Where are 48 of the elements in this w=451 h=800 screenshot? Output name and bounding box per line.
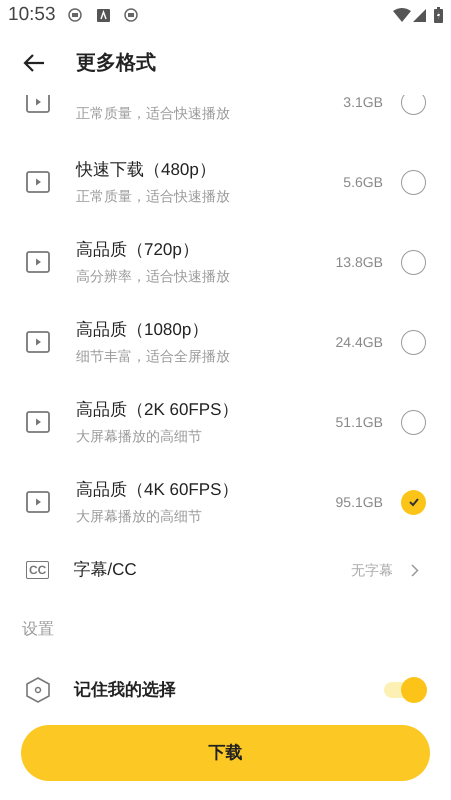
play-icon	[26, 251, 50, 273]
subtitles-row[interactable]: CC 字幕/CC 无字幕	[0, 542, 451, 598]
radio-button[interactable]	[401, 330, 426, 354]
remember-label: 记住我的选择	[74, 679, 177, 702]
hexagon-icon	[26, 677, 50, 703]
toggle-switch[interactable]	[383, 677, 427, 703]
file-size: 5.6GB	[343, 172, 383, 192]
format-title: 高品质（4K 60FPS）	[76, 479, 240, 502]
format-description: 大屏幕播放的高细节	[76, 426, 203, 446]
chevron-right-icon	[411, 564, 419, 576]
file-size: 24.4GB	[336, 332, 383, 352]
subtitles-value: 无字幕	[351, 560, 393, 580]
format-title: 高品质（1080p）	[76, 319, 210, 342]
play-icon	[26, 331, 50, 353]
format-description: 正常质量，适合快速播放	[76, 104, 231, 123]
play-icon	[26, 171, 50, 193]
file-size: 95.1GB	[336, 492, 383, 512]
format-description: 正常质量，适合快速播放	[76, 186, 231, 206]
battery-icon	[434, 7, 443, 23]
format-title: 高品质（720p）	[76, 239, 200, 262]
play-icon	[26, 491, 50, 513]
download-button[interactable]: 下载	[21, 725, 430, 781]
radio-button[interactable]	[401, 170, 426, 194]
notification-icon	[96, 8, 110, 22]
format-title: 快速下载（480p）	[76, 159, 217, 182]
subtitles-label: 字幕/CC	[73, 559, 138, 582]
radio-button[interactable]	[401, 490, 426, 514]
notification-icon	[124, 8, 138, 22]
file-size: 51.1GB	[336, 412, 383, 432]
signal-icon	[413, 8, 426, 22]
play-icon	[26, 95, 50, 113]
format-title: 高品质（2K 60FPS）	[76, 399, 240, 422]
status-time: 10:53	[8, 2, 56, 27]
cc-icon: CC	[26, 561, 50, 579]
notification-icon	[68, 8, 82, 22]
section-heading: 设置	[22, 620, 54, 640]
radio-button[interactable]	[401, 95, 426, 114]
wifi-icon	[393, 8, 411, 22]
back-icon[interactable]	[22, 52, 46, 72]
file-size: 13.8GB	[336, 252, 383, 272]
play-icon	[26, 411, 50, 433]
format-description: 大屏幕播放的高细节	[76, 506, 203, 526]
page-title: 更多格式	[76, 50, 156, 76]
file-size: 3.1GB	[343, 95, 383, 112]
format-description: 高分辨率，适合快速播放	[76, 266, 231, 286]
format-description: 细节丰富，适合全屏播放	[76, 346, 231, 366]
radio-button[interactable]	[401, 250, 426, 274]
radio-button[interactable]	[401, 410, 426, 434]
